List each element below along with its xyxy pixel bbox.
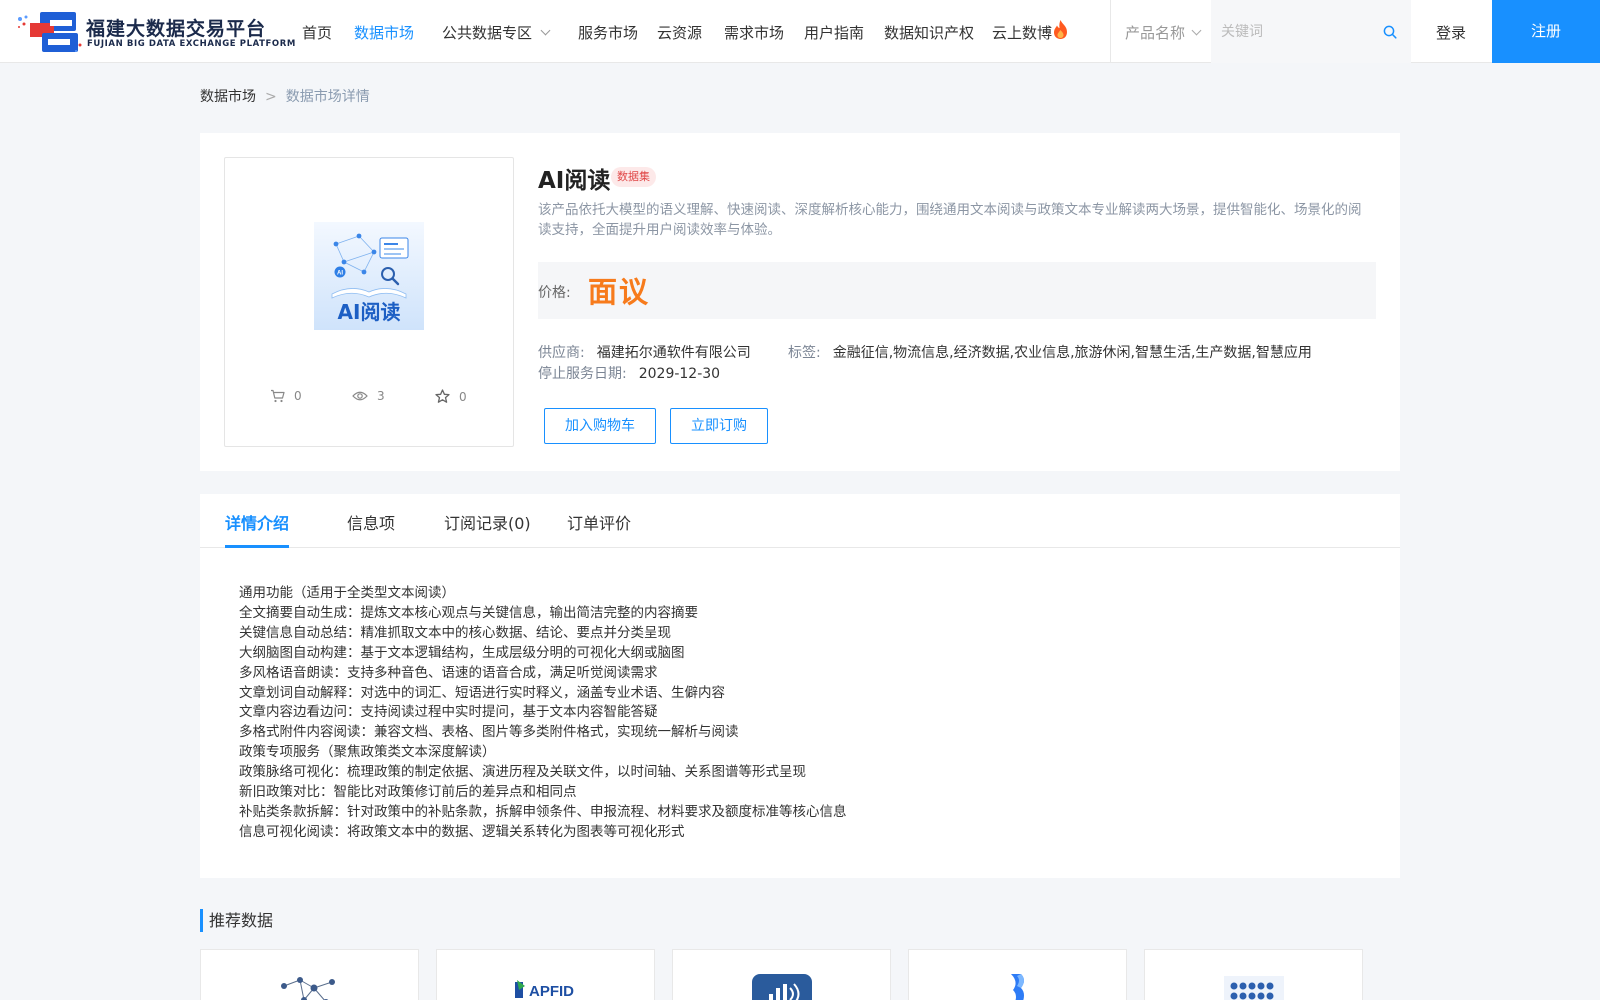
stop-date-info: 停止服务日期: 2029-12-30: [538, 363, 720, 383]
search-area: 产品名称: [1110, 0, 1411, 63]
detail-line: 文章划词自动解释：对选中的词汇、短语进行实时释义，涵盖专业术语、生僻内容: [239, 684, 725, 701]
chevron-down-icon: [1191, 25, 1202, 36]
nav-public-data[interactable]: 公共数据专区: [442, 22, 551, 43]
product-description: 该产品依托大模型的语义理解、快速阅读、深度解析核心能力，围绕通用文本阅读与政策文…: [538, 202, 1362, 238]
detail-line: 政策脉络可视化：梳理政策的制定依据、演进历程及关联文件，以时间轴、关系图谱等形式…: [239, 764, 806, 781]
recommended-card[interactable]: [908, 949, 1127, 1000]
svg-text:APFID: APFID: [529, 983, 574, 1000]
dot-grid-logo-icon: [1223, 976, 1284, 1000]
active-tab-indicator: [225, 545, 289, 548]
cart-icon: [271, 389, 285, 403]
nav-home[interactable]: 首页: [302, 22, 332, 43]
stop-date-value: 2029-12-30: [638, 366, 721, 382]
search-icon[interactable]: [1383, 25, 1397, 39]
supplier-value: 福建拓尔通软件有限公司: [596, 345, 751, 361]
tab-subscription-records[interactable]: 订阅记录(0): [444, 510, 531, 534]
tags-info: 标签: 金融征信,物流信息,经济数据,农业信息,旅游休闲,智慧生活,生产数据,智慧…: [788, 342, 1312, 362]
apfid-logo-icon: APFID: [514, 980, 574, 1000]
stat-views-count: 3: [377, 389, 385, 403]
nav-cloud-expo[interactable]: 云上数博: [992, 22, 1052, 43]
recommended-card[interactable]: [672, 949, 891, 1000]
product-title: AI阅读: [538, 168, 611, 194]
subscribe-now-button[interactable]: 立即订购: [670, 408, 768, 444]
search-input[interactable]: [1221, 19, 1371, 45]
price-value: 面议: [588, 275, 651, 309]
tab-info-items[interactable]: 信息项: [347, 510, 395, 534]
detail-line: 政策专项服务（聚焦政策类文本深度解读）: [239, 744, 496, 761]
signal-chart-icon: [751, 974, 812, 1000]
search-type-select[interactable]: 产品名称: [1125, 22, 1202, 43]
stop-date-label: 停止服务日期:: [538, 366, 627, 382]
stat-favorites-count: 0: [459, 389, 467, 404]
price-row: 价格: 面议: [538, 262, 1376, 319]
stat-favorites: 0: [435, 389, 467, 404]
search-type-value: 产品名称: [1125, 24, 1186, 42]
nav-public-data-label: 公共数据专区: [442, 24, 533, 42]
star-icon[interactable]: [435, 389, 450, 404]
recommended-title: 推荐数据: [200, 909, 273, 932]
svg-text:AI: AI: [337, 271, 343, 277]
stat-views: 3: [352, 389, 385, 403]
breadcrumb-separator: >: [265, 89, 277, 105]
detail-tabs: 详情介绍 信息项 订阅记录(0) 订单评价: [200, 494, 1400, 548]
stat-cart: 0: [270, 389, 302, 403]
site-logo[interactable]: 福建大数据交易平台 FUJIAN BIG DATA EXCHANGE PLATF…: [16, 9, 295, 55]
register-button[interactable]: 注册: [1492, 0, 1600, 63]
nav-demand-market[interactable]: 需求市场: [724, 22, 784, 43]
product-thumbnail: AI AI阅读: [314, 222, 424, 330]
product-card: AI AI阅读 0 3 0 AI阅读 数据集 该产品依托大模型的语义理解、快速阅…: [200, 133, 1400, 471]
tags-label: 标签:: [788, 345, 821, 361]
detail-line: 关键信息自动总结：精准抓取文本中的核心数据、结论、要点并分类呈现: [239, 624, 671, 641]
recommended-card[interactable]: [200, 949, 419, 1000]
detail-card: 详情介绍 信息项 订阅记录(0) 订单评价 通用功能（适用于全类型文本阅读） 全…: [200, 494, 1400, 878]
logo-subtitle: FUJIAN BIG DATA EXCHANGE PLATFORM: [87, 39, 296, 49]
blue-ribbon-logo-icon: [1010, 974, 1024, 1000]
detail-line: 多风格语音朗读：支持多种音色、语速的语音合成，满足听觉阅读需求: [239, 664, 658, 681]
detail-content: 通用功能（适用于全类型文本阅读） 全文摘要自动生成：提炼文本核心观点与关键信息，…: [239, 584, 847, 843]
tags-value: 金融征信,物流信息,经济数据,农业信息,旅游休闲,智慧生活,生产数据,智慧应用: [832, 345, 1312, 361]
detail-line: 大纲脑图自动构建：基于文本逻辑结构，生成层级分明的可视化大纲或脑图: [239, 644, 685, 661]
detail-line: 通用功能（适用于全类型文本阅读）: [239, 585, 455, 601]
nav-user-guide[interactable]: 用户指南: [804, 22, 864, 43]
detail-line: 信息可视化阅读：将政策文本中的数据、逻辑关系转化为图表等可视化形式: [239, 823, 685, 840]
thumbnail-title: AI阅读: [338, 300, 401, 324]
top-header: 福建大数据交易平台 FUJIAN BIG DATA EXCHANGE PLATF…: [0, 0, 1600, 63]
detail-line: 新旧政策对比：智能比对政策修订前后的差异点和相同点: [239, 784, 577, 801]
product-image-box: AI AI阅读 0 3 0: [224, 157, 514, 447]
add-to-cart-button[interactable]: 加入购物车: [544, 408, 656, 444]
login-button[interactable]: 登录: [1436, 22, 1466, 43]
detail-line: 文章内容边看边问：支持阅读过程中实时提问，基于文本内容智能答疑: [239, 704, 658, 721]
supplier-label: 供应商:: [538, 345, 585, 361]
eye-icon: [352, 391, 368, 401]
detail-line: 全文摘要自动生成：提炼文本核心观点与关键信息，输出简洁完整的内容摘要: [239, 604, 698, 621]
product-type-badge: 数据集: [611, 167, 656, 187]
tab-order-reviews[interactable]: 订单评价: [567, 510, 631, 534]
supplier-info: 供应商: 福建拓尔通软件有限公司: [538, 342, 751, 362]
logo-mark-icon: [18, 12, 82, 52]
nav-cloud-resources[interactable]: 云资源: [657, 22, 702, 43]
stat-cart-count: 0: [294, 389, 302, 403]
network-graph-icon: [280, 977, 335, 1000]
fire-icon: [1054, 20, 1067, 39]
price-label: 价格:: [538, 285, 571, 301]
recommended-card[interactable]: [1144, 949, 1363, 1000]
nav-data-market[interactable]: 数据市场: [354, 22, 414, 43]
breadcrumb: 数据市场 > 数据市场详情: [200, 86, 370, 106]
nav-service-market[interactable]: 服务市场: [578, 22, 638, 43]
breadcrumb-current: 数据市场详情: [285, 89, 370, 105]
breadcrumb-data-market[interactable]: 数据市场: [200, 89, 256, 105]
tab-detail-intro[interactable]: 详情介绍: [225, 510, 289, 534]
detail-line: 多格式附件内容阅读：兼容文档、表格、图片等多类附件格式，实现统一解析与阅读: [239, 724, 739, 741]
nav-data-ip[interactable]: 数据知识产权: [884, 22, 974, 43]
search-box: [1211, 0, 1411, 63]
detail-line: 补贴类条款拆解：针对政策中的补贴条款，拆解申领条件、申报流程、材料要求及额度标准…: [239, 803, 847, 820]
recommended-card[interactable]: APFID: [436, 949, 655, 1000]
logo-title: 福建大数据交易平台: [86, 18, 267, 40]
chevron-down-icon: [540, 25, 551, 36]
